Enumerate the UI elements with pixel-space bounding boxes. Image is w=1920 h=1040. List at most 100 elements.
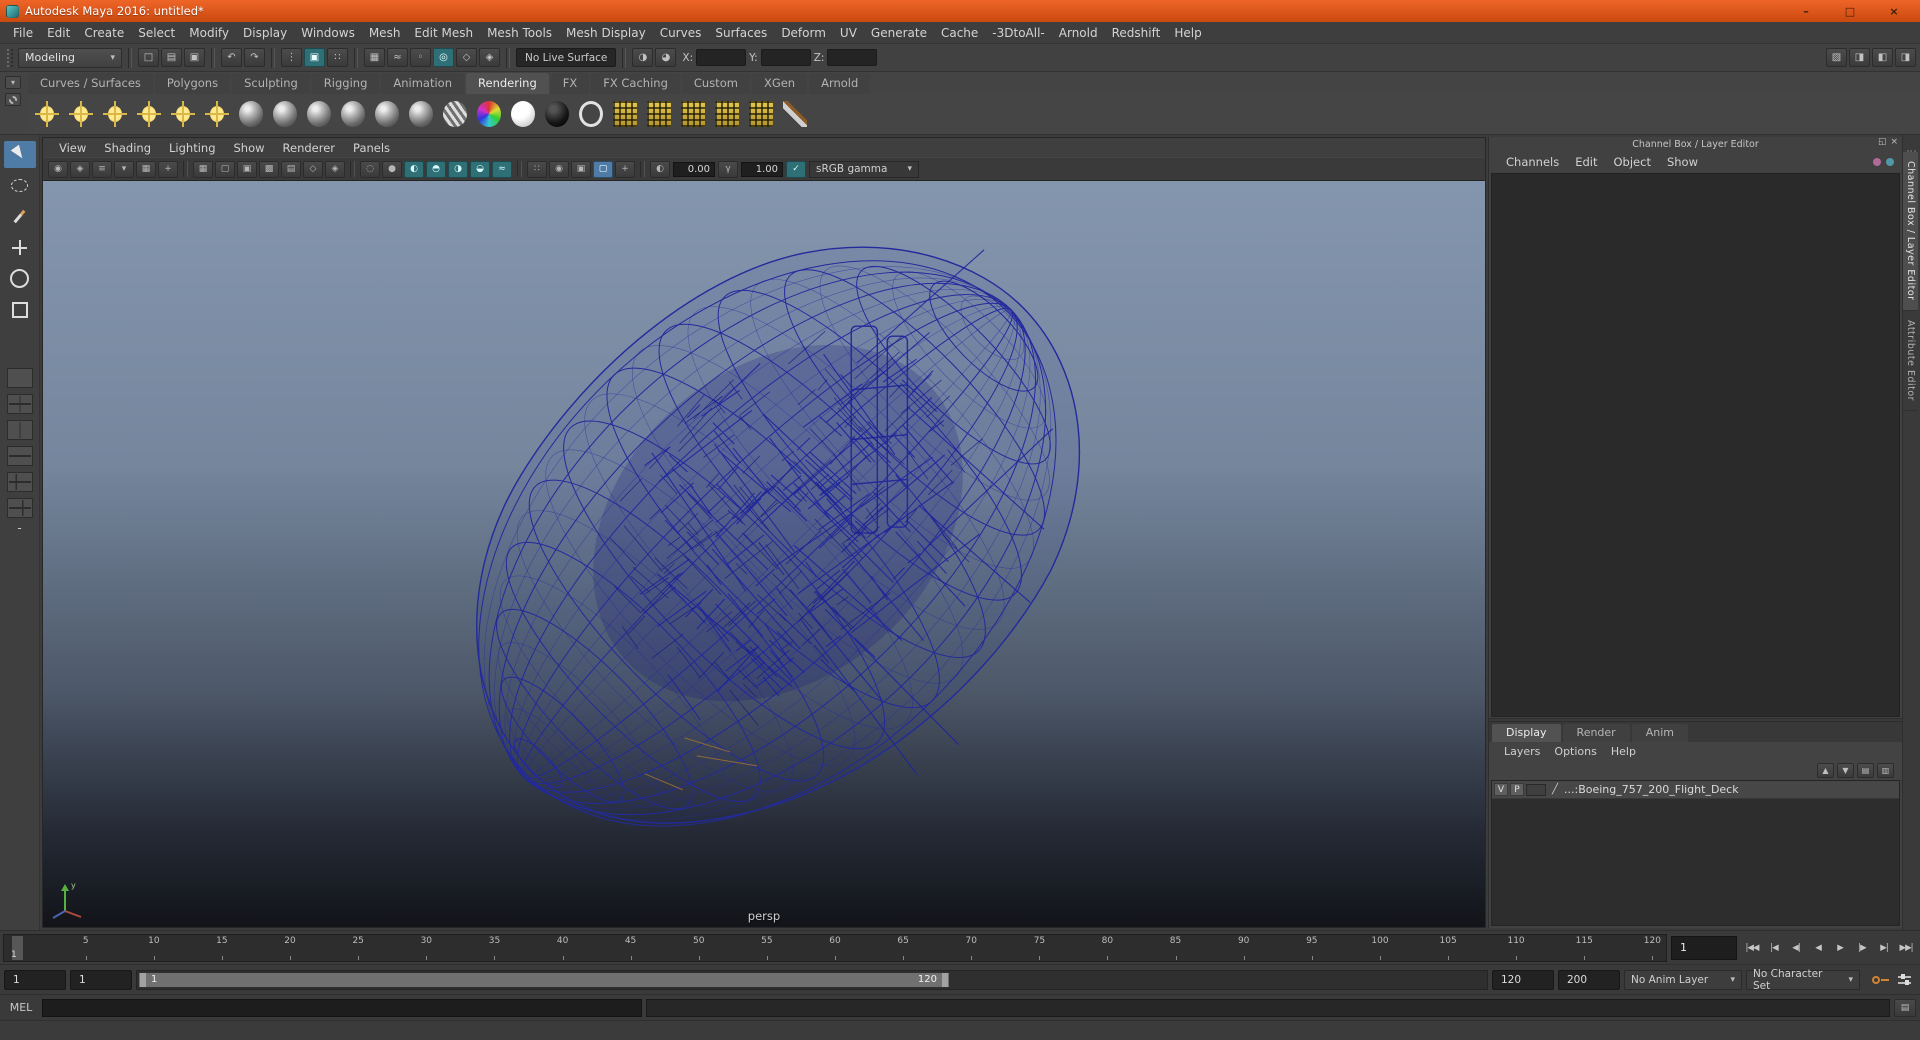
snap-to-point-icon[interactable]: ◦ xyxy=(410,48,431,67)
play-backwards-button[interactable]: ◀ xyxy=(1807,936,1829,960)
toolbox-collapse-button[interactable]: - xyxy=(10,521,30,535)
move-tool-button[interactable] xyxy=(4,234,36,261)
select-object-icon[interactable]: ▣ xyxy=(304,48,325,67)
panel-menu-view[interactable]: View xyxy=(51,141,94,155)
channel-manipulator-icon[interactable] xyxy=(1886,158,1894,166)
menu-redshift[interactable]: Redshift xyxy=(1105,26,1168,40)
menu-select[interactable]: Select xyxy=(131,26,182,40)
menu-cache[interactable]: Cache xyxy=(934,26,985,40)
create-empty-layer-icon[interactable]: ▤ xyxy=(1857,762,1874,778)
animation-start-field[interactable]: 1 xyxy=(4,969,66,990)
toggle-tool-settings-icon[interactable]: ◧ xyxy=(1872,48,1893,67)
live-surface-field[interactable]: No Live Surface xyxy=(516,48,617,67)
undo-icon[interactable]: ↶ xyxy=(221,48,242,67)
menu-mesh-tools[interactable]: Mesh Tools xyxy=(480,26,559,40)
layout-two-pane-stacked-button[interactable] xyxy=(6,446,33,466)
textured-icon[interactable]: ◐ xyxy=(404,160,424,178)
menu-file[interactable]: File xyxy=(6,26,40,40)
menu-create[interactable]: Create xyxy=(77,26,131,40)
go-to-start-button[interactable]: |◀◀ xyxy=(1741,936,1763,960)
range-slider[interactable]: 1 120 xyxy=(136,969,1488,990)
color-management-toggle-icon[interactable]: ✓ xyxy=(786,160,806,178)
menu-mesh[interactable]: Mesh xyxy=(362,26,408,40)
material-standard-icon[interactable] xyxy=(235,97,267,131)
x-coordinate-input[interactable] xyxy=(696,49,747,66)
safe-action-icon[interactable]: ◇ xyxy=(303,160,323,178)
select-hierarchy-icon[interactable]: ⋮ xyxy=(281,48,302,67)
layer-editor-tab-display[interactable]: Display xyxy=(1492,724,1561,742)
panel-menu-shading[interactable]: Shading xyxy=(96,141,159,155)
film-gate-icon[interactable]: ▢ xyxy=(215,160,235,178)
gate-mask-icon[interactable]: ▩ xyxy=(259,160,279,178)
character-set-dropdown[interactable]: No Character Set xyxy=(1746,968,1860,992)
command-input[interactable] xyxy=(42,998,642,1017)
select-camera-icon[interactable]: ◉ xyxy=(48,160,68,178)
snap-to-view-plane-icon[interactable]: ◇ xyxy=(456,48,477,67)
panel-menu-panels[interactable]: Panels xyxy=(345,141,398,155)
create-layer-from-selected-icon[interactable]: ▥ xyxy=(1877,762,1894,778)
float-panel-icon[interactable]: ◱ xyxy=(1878,137,1887,147)
snap-to-grid-icon[interactable]: ▦ xyxy=(364,48,385,67)
xray-icon[interactable]: ▢ xyxy=(593,160,613,178)
channel-box-menu-edit[interactable]: Edit xyxy=(1568,155,1604,169)
menuset-dropdown[interactable]: Modeling xyxy=(18,47,122,68)
lock-camera-icon[interactable]: ◈ xyxy=(70,160,90,178)
animation-end-field[interactable]: 200 xyxy=(1558,969,1620,990)
multisample-icon[interactable]: ∷ xyxy=(527,160,547,178)
menu-uv[interactable]: UV xyxy=(833,26,864,40)
layout-four-pane-button[interactable] xyxy=(6,394,33,414)
shelf-tab-rendering[interactable]: Rendering xyxy=(466,73,549,94)
menu-help[interactable]: Help xyxy=(1167,26,1208,40)
open-scene-icon[interactable]: ▤ xyxy=(161,48,182,67)
sidebar-tab-attribute-editor[interactable]: Attribute Editor xyxy=(1903,311,1918,411)
menu-3dtoall[interactable]: -3DtoAll- xyxy=(985,26,1051,40)
lasso-tool-button[interactable] xyxy=(4,172,36,199)
layer-menu-layers[interactable]: Layers xyxy=(1497,745,1547,758)
menu-deform[interactable]: Deform xyxy=(774,26,833,40)
shelf-tab-rigging[interactable]: Rigging xyxy=(311,73,380,94)
layer-color-swatch[interactable] xyxy=(1526,783,1546,796)
layer-list[interactable]: V P ╱ ...:Boeing_757_200_Flight_Deck xyxy=(1491,780,1900,926)
panel-menu-show[interactable]: Show xyxy=(226,141,273,155)
shelf-tab-sculpting[interactable]: Sculpting xyxy=(232,73,310,94)
viewport-canvas[interactable]: y persp xyxy=(43,180,1485,927)
menu-surfaces[interactable]: Surfaces xyxy=(708,26,774,40)
maximize-button[interactable]: □ xyxy=(1836,3,1864,19)
spot-light-icon[interactable] xyxy=(65,97,97,131)
channel-box-menu-show[interactable]: Show xyxy=(1660,155,1705,169)
shelf-tab-xgen[interactable]: XGen xyxy=(751,73,808,94)
shading-group-icon[interactable] xyxy=(575,97,607,131)
sidebar-grip[interactable] xyxy=(1907,138,1916,152)
material-phong-icon[interactable] xyxy=(337,97,369,131)
view-transform-dropdown[interactable]: sRGB gamma xyxy=(809,160,919,178)
ipr-render-icon[interactable] xyxy=(643,97,675,131)
channel-box-menu-object[interactable]: Object xyxy=(1607,155,1658,169)
hypershade-icon[interactable] xyxy=(745,97,777,131)
step-forward-frame-button[interactable]: ▶| xyxy=(1873,936,1895,960)
select-tool-button[interactable] xyxy=(3,141,36,168)
make-live-icon[interactable]: ◈ xyxy=(479,48,500,67)
close-button[interactable]: × xyxy=(1880,3,1908,19)
menu-windows[interactable]: Windows xyxy=(294,26,362,40)
menu-edit-mesh[interactable]: Edit Mesh xyxy=(407,26,480,40)
scale-tool-button[interactable] xyxy=(4,296,36,323)
isolate-select-icon[interactable]: ▣ xyxy=(571,160,591,178)
go-to-end-button[interactable]: ▶▶| xyxy=(1895,936,1917,960)
shelf-tab-fx-caching[interactable]: FX Caching xyxy=(591,73,680,94)
menu-generate[interactable]: Generate xyxy=(864,26,934,40)
menu-modify[interactable]: Modify xyxy=(182,26,236,40)
material-ramp-icon[interactable] xyxy=(439,97,471,131)
layout-single-pane-button[interactable] xyxy=(6,368,33,388)
shelf-tabs-menu-icon[interactable]: ▾ xyxy=(5,76,21,89)
smooth-shade-icon[interactable]: ● xyxy=(382,160,402,178)
new-scene-icon[interactable]: □ xyxy=(138,48,159,67)
surface-shader-icon[interactable] xyxy=(507,97,539,131)
volume-light-icon[interactable] xyxy=(201,97,233,131)
layer-row[interactable]: V P ╱ ...:Boeing_757_200_Flight_Deck xyxy=(1492,781,1899,799)
camera-attributes-icon[interactable]: ≡ xyxy=(92,160,112,178)
safe-title-icon[interactable]: ◈ xyxy=(325,160,345,178)
resolution-gate-icon[interactable]: ▣ xyxy=(237,160,257,178)
render-settings-icon[interactable] xyxy=(609,97,641,131)
window-titlebar[interactable]: Autodesk Maya 2016: untitled* – □ × xyxy=(0,0,1920,22)
playback-range-bar[interactable]: 1 120 xyxy=(139,972,949,987)
